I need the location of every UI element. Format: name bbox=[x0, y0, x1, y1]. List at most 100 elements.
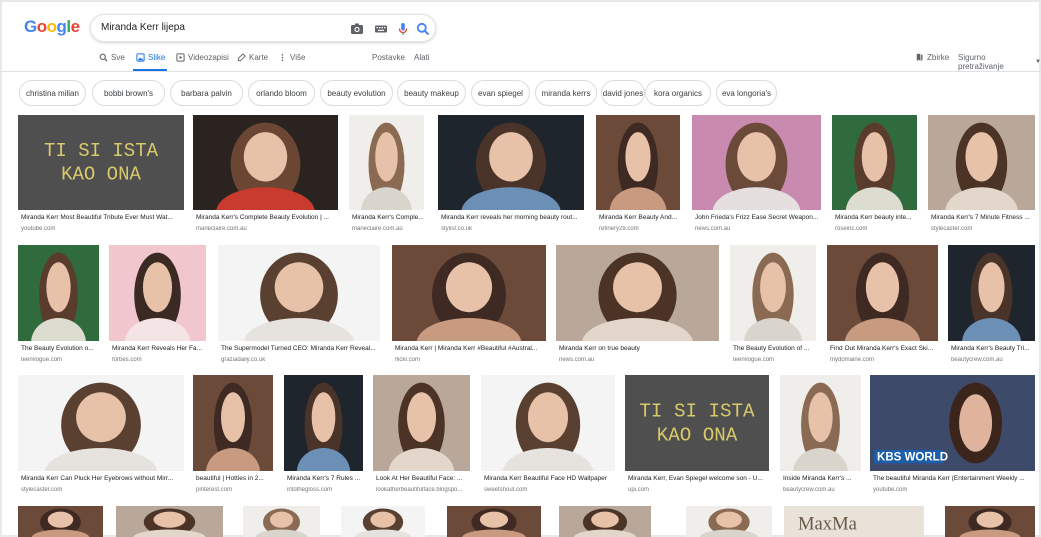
keyboard-icon[interactable] bbox=[373, 21, 389, 37]
related-search-chip[interactable]: miranda kerrs bbox=[535, 80, 597, 106]
result-source[interactable]: beautycrew.com.au bbox=[951, 357, 1035, 363]
result-source[interactable]: stylist.co.uk bbox=[441, 226, 584, 232]
collections-link[interactable]: Zbirke bbox=[915, 53, 949, 62]
result-thumbnail[interactable] bbox=[692, 115, 821, 210]
result-thumbnail[interactable] bbox=[193, 115, 338, 210]
result-title[interactable]: The Beauty Evolution o... bbox=[21, 345, 99, 352]
tab-more[interactable]: Više bbox=[278, 53, 305, 62]
result-title[interactable]: Find Out Miranda Kerr's Exact Ski... bbox=[830, 345, 938, 352]
related-search-chip[interactable]: orlando bloom bbox=[248, 80, 315, 106]
result-title[interactable]: Inside Miranda Kerr's ... bbox=[783, 475, 861, 482]
result-thumbnail[interactable] bbox=[116, 506, 223, 537]
tab-maps[interactable]: Karte bbox=[237, 53, 268, 62]
result-thumbnail[interactable] bbox=[730, 245, 816, 341]
settings-link[interactable]: Postavke bbox=[372, 53, 405, 62]
result-title[interactable]: Miranda Kerr's 7 Minute Fitness ... bbox=[931, 214, 1035, 221]
result-thumbnail[interactable] bbox=[18, 245, 99, 341]
safesearch-dropdown[interactable]: Sigurno pretraživanje ▼ bbox=[958, 53, 1041, 71]
related-search-chip[interactable]: evan spiegel bbox=[471, 80, 530, 106]
result-thumbnail[interactable] bbox=[243, 506, 320, 537]
result-title[interactable]: beautiful | Hotties in 2... bbox=[196, 475, 273, 482]
result-title[interactable]: Miranda Kerr Most Beautiful Tribute Ever… bbox=[21, 214, 184, 221]
result-source[interactable]: stylecaster.com bbox=[931, 226, 1035, 232]
related-search-chip[interactable]: bobbi brown's bbox=[92, 80, 165, 106]
tab-videos[interactable]: Videozapisi bbox=[176, 53, 229, 62]
result-source[interactable]: marieclaire.com.au bbox=[352, 226, 424, 232]
result-thumbnail[interactable] bbox=[284, 375, 363, 471]
google-logo[interactable]: Google bbox=[24, 17, 80, 37]
result-thumbnail[interactable] bbox=[447, 506, 541, 537]
result-source[interactable]: intothegloss.com bbox=[287, 487, 363, 493]
result-source[interactable]: youtube.com bbox=[873, 487, 1035, 493]
result-thumbnail[interactable] bbox=[556, 245, 719, 341]
result-title[interactable]: Miranda Kerr's Complete Beauty Evolution… bbox=[196, 214, 338, 221]
result-thumbnail[interactable]: MaxMa bbox=[784, 506, 924, 537]
result-source[interactable]: news.com.au bbox=[559, 357, 719, 363]
result-source[interactable]: teenvogue.com bbox=[21, 357, 99, 363]
result-source[interactable]: teenvogue.com bbox=[733, 357, 816, 363]
microphone-icon[interactable] bbox=[395, 21, 411, 37]
tab-images[interactable]: Slike bbox=[136, 53, 165, 62]
result-thumbnail[interactable] bbox=[832, 115, 917, 210]
result-source[interactable]: pinterest.com bbox=[196, 487, 273, 493]
result-source[interactable]: news.com.au bbox=[695, 226, 821, 232]
result-thumbnail[interactable] bbox=[218, 245, 380, 341]
result-source[interactable]: graziadaily.co.uk bbox=[221, 357, 380, 363]
related-search-chip[interactable]: barbara palvin bbox=[170, 80, 243, 106]
result-title[interactable]: Miranda Kerr, Evan Spiegel welcome son -… bbox=[628, 475, 769, 482]
result-thumbnail[interactable] bbox=[827, 245, 938, 341]
tab-all[interactable]: Sve bbox=[99, 53, 125, 62]
result-thumbnail[interactable] bbox=[945, 506, 1035, 537]
related-search-chip[interactable]: eva longoria's bbox=[716, 80, 777, 106]
result-source[interactable]: forbes.com bbox=[112, 357, 206, 363]
result-title[interactable]: Miranda Kerr beauty inte... bbox=[835, 214, 917, 221]
result-title[interactable]: The Supermodel Turned CEO: Miranda Kerr … bbox=[221, 345, 380, 352]
camera-icon[interactable] bbox=[349, 21, 365, 37]
search-icon[interactable] bbox=[415, 21, 431, 37]
result-title[interactable]: Miranda Kerr's Beauty Tri... bbox=[951, 345, 1035, 352]
result-source[interactable]: mydomaine.com bbox=[830, 357, 938, 363]
result-source[interactable]: roseinc.com bbox=[835, 226, 917, 232]
result-title[interactable]: Look At Her Beautiful Face: ... bbox=[376, 475, 470, 482]
result-source[interactable]: sweetshout.com bbox=[484, 487, 615, 493]
result-thumbnail[interactable]: KBS WORLD bbox=[870, 375, 1035, 471]
result-title[interactable]: The beautiful Miranda Kerr (Entertainmen… bbox=[873, 475, 1035, 482]
result-title[interactable]: Miranda Kerr Reveals Her Fa... bbox=[112, 345, 206, 352]
result-title[interactable]: Miranda Kerr reveals her morning beauty … bbox=[441, 214, 584, 221]
related-search-chip[interactable]: david jones bbox=[601, 80, 645, 106]
result-thumbnail[interactable] bbox=[948, 245, 1035, 341]
related-search-chip[interactable]: kora organics bbox=[645, 80, 711, 106]
related-search-chip[interactable]: beauty makeup bbox=[397, 80, 466, 106]
result-thumbnail[interactable] bbox=[109, 245, 206, 341]
result-thumbnail[interactable] bbox=[596, 115, 680, 210]
result-source[interactable]: lookatherbeautifulface.blogspo... bbox=[376, 487, 470, 493]
search-input[interactable]: Miranda Kerr lijepa bbox=[101, 22, 185, 33]
result-title[interactable]: Miranda Kerr | Miranda Kerr #Beautiful #… bbox=[395, 345, 546, 352]
result-source[interactable]: upi.com bbox=[628, 487, 769, 493]
result-thumbnail[interactable] bbox=[349, 115, 424, 210]
result-title[interactable]: Miranda Kerr Beautiful Face HD Wallpaper bbox=[484, 475, 615, 482]
result-title[interactable]: Miranda Kerr on true beauty bbox=[559, 345, 719, 352]
result-thumbnail[interactable] bbox=[18, 506, 103, 537]
result-title[interactable]: Miranda Kerr's 7 Rules ... bbox=[287, 475, 363, 482]
tools-link[interactable]: Alati bbox=[414, 53, 430, 62]
result-thumbnail[interactable] bbox=[193, 375, 273, 471]
result-source[interactable]: stylecaster.com bbox=[21, 487, 184, 493]
result-thumbnail[interactable]: TI SI ISTA KAO ONA bbox=[625, 375, 769, 471]
result-source[interactable]: marieclaire.com.au bbox=[196, 226, 338, 232]
result-thumbnail[interactable] bbox=[341, 506, 425, 537]
result-thumbnail[interactable] bbox=[392, 245, 546, 341]
result-title[interactable]: Miranda Kerr Can Pluck Her Eyebrows with… bbox=[21, 475, 184, 482]
result-title[interactable]: John Frieda's Frizz Ease Secret Weapon..… bbox=[695, 214, 821, 221]
result-source[interactable]: beautycrew.com.au bbox=[783, 487, 861, 493]
result-thumbnail[interactable] bbox=[928, 115, 1035, 210]
result-title[interactable]: Miranda Kerr's Comple... bbox=[352, 214, 424, 221]
result-source[interactable]: youtube.com bbox=[21, 226, 184, 232]
result-thumbnail[interactable] bbox=[18, 375, 184, 471]
related-search-chip[interactable]: christina milian bbox=[19, 80, 86, 106]
related-search-chip[interactable]: beauty evolution bbox=[320, 80, 393, 106]
result-title[interactable]: Miranda Kerr Beauty And... bbox=[599, 214, 680, 221]
result-title[interactable]: The Beauty Evolution of ... bbox=[733, 345, 816, 352]
result-source[interactable]: refinery29.com bbox=[599, 226, 680, 232]
search-box[interactable]: Miranda Kerr lijepa bbox=[90, 14, 436, 42]
